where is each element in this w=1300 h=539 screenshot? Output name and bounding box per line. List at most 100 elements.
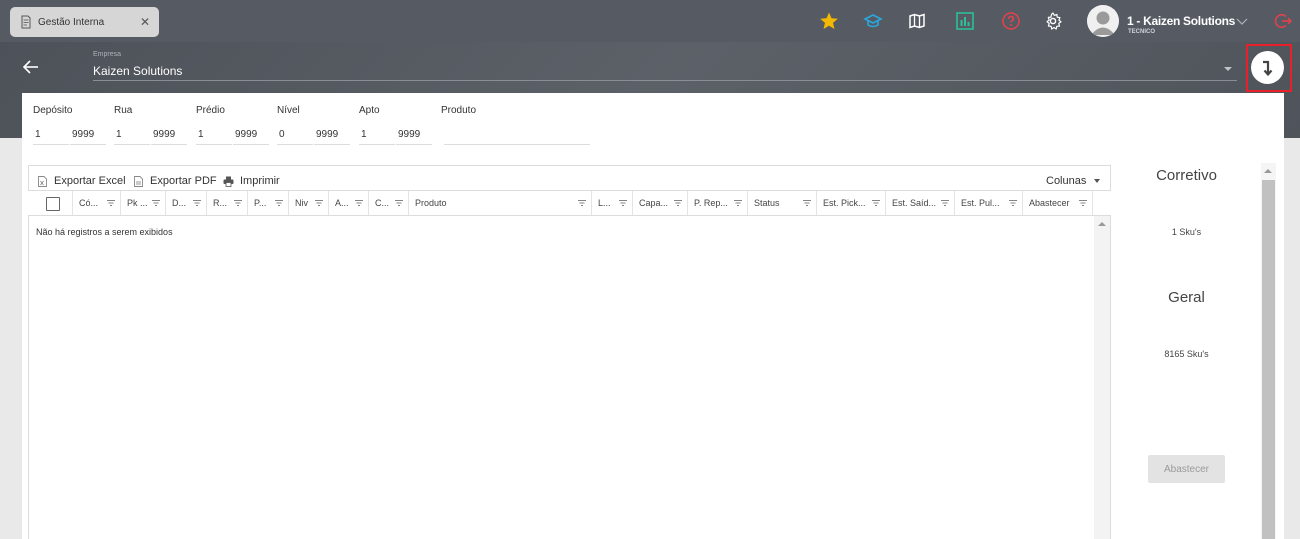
printer-icon bbox=[223, 176, 234, 187]
filter-icon[interactable] bbox=[1079, 199, 1087, 207]
download-button[interactable] bbox=[1251, 51, 1284, 84]
corretivo-count: 1 Sku's bbox=[1171, 227, 1202, 237]
export-excel-button[interactable]: Exportar Excel bbox=[37, 175, 126, 187]
page-scrollbar[interactable] bbox=[1261, 163, 1276, 539]
empresa-select[interactable]: Kaizen Solutions bbox=[93, 64, 182, 78]
export-pdf-button[interactable]: Exportar PDF bbox=[133, 175, 217, 187]
select-all-checkbox[interactable] bbox=[46, 197, 60, 211]
filter-icon[interactable] bbox=[941, 199, 949, 207]
filter-icon[interactable] bbox=[803, 199, 811, 207]
pdf-icon bbox=[134, 175, 143, 187]
abastecer-button[interactable]: Abastecer bbox=[1148, 455, 1225, 483]
filter-icon[interactable] bbox=[1009, 199, 1017, 207]
column-header-label: Pk ... bbox=[127, 198, 148, 208]
column-header[interactable]: Est. Pick... bbox=[817, 191, 886, 215]
column-header-label: Est. Pick... bbox=[823, 198, 866, 208]
filter-label-nivel: Nível bbox=[277, 105, 300, 116]
column-header[interactable]: Est. Saíd... bbox=[886, 191, 955, 215]
column-header[interactable]: L... bbox=[592, 191, 633, 215]
filter-rua-from[interactable] bbox=[114, 125, 150, 145]
filter-icon[interactable] bbox=[734, 199, 742, 207]
filter-icon[interactable] bbox=[674, 199, 682, 207]
print-button[interactable]: Imprimir bbox=[223, 175, 280, 187]
logout-icon[interactable] bbox=[1274, 12, 1292, 30]
column-header[interactable]: Est. Pul... bbox=[955, 191, 1023, 215]
scroll-up-icon[interactable] bbox=[1264, 169, 1272, 173]
chart-icon[interactable] bbox=[954, 10, 976, 32]
filter-icon[interactable] bbox=[355, 199, 363, 207]
column-header[interactable]: Capa... bbox=[633, 191, 688, 215]
column-header[interactable]: Produto bbox=[409, 191, 592, 215]
filter-rua-to[interactable] bbox=[151, 125, 187, 145]
filter-nivel-to[interactable] bbox=[314, 125, 350, 145]
columns-label: Colunas bbox=[1046, 175, 1087, 187]
filter-apto-from[interactable] bbox=[359, 125, 395, 145]
graduation-cap-icon[interactable] bbox=[862, 10, 884, 32]
column-header-label: Có... bbox=[79, 198, 99, 208]
filter-icon[interactable] bbox=[275, 199, 283, 207]
caret-down-icon bbox=[1094, 179, 1101, 183]
column-header[interactable]: D... bbox=[166, 191, 207, 215]
tab-gestao-interna[interactable]: Gestão Interna ✕ bbox=[10, 7, 159, 37]
filter-icon[interactable] bbox=[152, 199, 160, 207]
data-grid bbox=[28, 165, 1111, 539]
column-header[interactable]: Abastecer bbox=[1023, 191, 1093, 215]
columns-menu[interactable]: Colunas bbox=[1046, 175, 1101, 187]
empresa-underline bbox=[93, 80, 1237, 81]
chevron-down-icon[interactable] bbox=[1235, 14, 1249, 28]
tab-close-icon[interactable]: ✕ bbox=[140, 15, 150, 29]
grid-header-row: Có... Pk ... D... R... P... Niv A... C... Produt… bbox=[28, 190, 1111, 216]
column-header[interactable]: P. Rep... bbox=[688, 191, 748, 215]
filter-apto-to[interactable] bbox=[396, 125, 432, 145]
filter-deposito-to[interactable] bbox=[70, 125, 106, 145]
export-excel-label: Exportar Excel bbox=[54, 175, 126, 187]
scroll-up-icon[interactable] bbox=[1098, 222, 1106, 226]
empty-grid-message: Não há registros a serem exibidos bbox=[36, 227, 173, 237]
filter-predio-to[interactable] bbox=[233, 125, 269, 145]
filter-icon[interactable] bbox=[193, 199, 201, 207]
column-header-label: D... bbox=[172, 198, 187, 208]
column-header-label: R... bbox=[213, 198, 228, 208]
filter-produto[interactable] bbox=[444, 125, 590, 145]
filter-icon[interactable] bbox=[107, 199, 115, 207]
map-icon[interactable] bbox=[906, 10, 928, 32]
column-header-label: Est. Saíd... bbox=[892, 198, 937, 208]
back-arrow-icon[interactable] bbox=[22, 58, 40, 76]
filter-icon[interactable] bbox=[872, 199, 880, 207]
avatar[interactable] bbox=[1087, 5, 1119, 37]
star-icon[interactable] bbox=[818, 10, 840, 32]
column-header[interactable]: C... bbox=[369, 191, 409, 215]
column-header[interactable]: A... bbox=[329, 191, 369, 215]
filter-deposito-from[interactable] bbox=[33, 125, 69, 145]
export-pdf-label: Exportar PDF bbox=[150, 175, 217, 187]
filter-icon[interactable] bbox=[315, 199, 323, 207]
column-header[interactable]: Niv bbox=[289, 191, 329, 215]
column-header[interactable]: Pk ... bbox=[121, 191, 166, 215]
filter-label-predio: Prédio bbox=[196, 105, 225, 116]
user-name[interactable]: 1 - Kaizen Solutions bbox=[1127, 14, 1235, 28]
column-header[interactable]: Có... bbox=[73, 191, 121, 215]
print-label: Imprimir bbox=[240, 175, 280, 187]
filter-icon[interactable] bbox=[234, 199, 242, 207]
filter-label-produto: Produto bbox=[441, 105, 477, 116]
scrollbar-thumb[interactable] bbox=[1262, 180, 1275, 539]
dropdown-caret-icon[interactable] bbox=[1224, 67, 1232, 71]
download-arrow-icon bbox=[1262, 60, 1272, 76]
grid-scrollbar[interactable] bbox=[1094, 216, 1110, 539]
filter-nivel-from[interactable] bbox=[277, 125, 313, 145]
filter-predio-from[interactable] bbox=[196, 125, 232, 145]
geral-title: Geral bbox=[1168, 289, 1205, 306]
filter-icon[interactable] bbox=[619, 199, 627, 207]
column-header-label: L... bbox=[598, 198, 611, 208]
filter-icon[interactable] bbox=[578, 199, 586, 207]
column-header-label: Status bbox=[754, 198, 780, 208]
column-header[interactable]: R... bbox=[207, 191, 248, 215]
geral-count: 8165 Sku's bbox=[1164, 349, 1209, 359]
filter-icon[interactable] bbox=[395, 199, 403, 207]
column-header-label: C... bbox=[375, 198, 390, 208]
column-header-label: Capa... bbox=[639, 198, 669, 208]
column-header[interactable]: P... bbox=[248, 191, 289, 215]
gear-icon[interactable] bbox=[1042, 10, 1064, 32]
column-header[interactable]: Status bbox=[748, 191, 817, 215]
help-icon[interactable] bbox=[1000, 10, 1022, 32]
